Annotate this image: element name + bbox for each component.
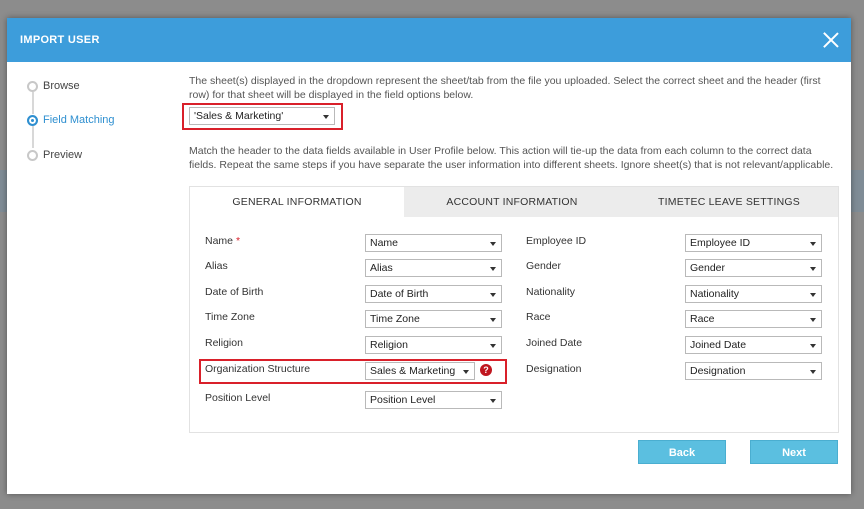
step-field-matching[interactable]: Field Matching bbox=[27, 114, 115, 126]
chevron-down-icon bbox=[490, 318, 496, 322]
select-organization-structure[interactable]: Sales & Marketing bbox=[365, 362, 475, 380]
step-connector bbox=[32, 126, 34, 148]
required-mark: * bbox=[235, 235, 241, 247]
field-label-alias: Alias bbox=[205, 260, 228, 272]
field-label-name-text: Name bbox=[205, 235, 234, 247]
select-nationality[interactable]: Nationality bbox=[685, 285, 822, 303]
select-employee-id[interactable]: Employee ID bbox=[685, 234, 822, 252]
select-designation-value: Designation bbox=[690, 365, 746, 377]
field-label-religion: Religion bbox=[205, 337, 243, 349]
next-button[interactable]: Next bbox=[750, 440, 838, 464]
field-label-gender: Gender bbox=[526, 260, 562, 272]
select-alias[interactable]: Alias bbox=[365, 259, 502, 277]
chevron-down-icon bbox=[490, 242, 496, 246]
chevron-down-icon bbox=[490, 399, 496, 403]
chevron-down-icon bbox=[810, 242, 816, 246]
chevron-down-icon bbox=[810, 293, 816, 297]
select-name[interactable]: Name bbox=[365, 234, 502, 252]
select-gender[interactable]: Gender bbox=[685, 259, 822, 277]
field-label-joined-date: Joined Date bbox=[526, 337, 583, 349]
select-joined-date[interactable]: Joined Date bbox=[685, 336, 822, 354]
field-label-date-of-birth: Date of Birth bbox=[205, 286, 264, 298]
chevron-down-icon bbox=[490, 267, 496, 271]
dialog-title: IMPORT USER bbox=[20, 34, 100, 46]
chevron-down-icon bbox=[463, 370, 469, 374]
match-instructions: Match the header to the data fields avai… bbox=[189, 145, 834, 171]
chevron-down-icon bbox=[490, 344, 496, 348]
select-designation[interactable]: Designation bbox=[685, 362, 822, 380]
step-connector bbox=[32, 92, 34, 114]
field-label-designation: Designation bbox=[526, 363, 582, 375]
select-employee-id-value: Employee ID bbox=[690, 237, 751, 249]
select-joined-date-value: Joined Date bbox=[690, 339, 747, 351]
chevron-down-icon bbox=[490, 293, 496, 297]
select-religion-value: Religion bbox=[370, 339, 408, 351]
chevron-down-icon bbox=[810, 267, 816, 271]
tab-bar: GENERAL INFORMATION ACCOUNT INFORMATION … bbox=[190, 187, 838, 217]
select-time-zone[interactable]: Time Zone bbox=[365, 310, 502, 328]
field-label-name: Name * bbox=[205, 235, 240, 247]
chevron-down-icon bbox=[810, 370, 816, 374]
select-name-value: Name bbox=[370, 237, 399, 249]
sheet-instructions: The sheet(s) displayed in the dropdown r… bbox=[189, 75, 821, 101]
step-dot-active-icon bbox=[27, 114, 38, 126]
select-religion[interactable]: Religion bbox=[365, 336, 502, 354]
select-time-zone-value: Time Zone bbox=[370, 313, 420, 325]
select-date-of-birth-value: Date of Birth bbox=[370, 288, 429, 300]
chevron-down-icon bbox=[810, 344, 816, 348]
sheet-select-value: 'Sales & Marketing' bbox=[194, 110, 284, 122]
step-preview-label: Preview bbox=[43, 149, 83, 161]
field-label-race: Race bbox=[526, 311, 551, 323]
select-gender-value: Gender bbox=[690, 262, 726, 274]
field-label-position-level: Position Level bbox=[205, 392, 271, 404]
select-alias-value: Alias bbox=[370, 262, 393, 274]
select-race-value: Race bbox=[690, 313, 715, 325]
help-icon[interactable]: ? bbox=[480, 364, 492, 376]
step-dot-icon bbox=[27, 80, 38, 92]
chevron-down-icon bbox=[810, 318, 816, 322]
close-icon[interactable] bbox=[823, 32, 839, 48]
step-browse[interactable]: Browse bbox=[27, 80, 80, 92]
select-nationality-value: Nationality bbox=[690, 288, 740, 300]
tab-timetec-leave-settings[interactable]: TIMETEC LEAVE SETTINGS bbox=[620, 187, 838, 217]
chevron-down-icon bbox=[323, 115, 329, 119]
tab-account-information[interactable]: ACCOUNT INFORMATION bbox=[404, 187, 620, 217]
select-date-of-birth[interactable]: Date of Birth bbox=[365, 285, 502, 303]
step-preview[interactable]: Preview bbox=[27, 149, 82, 161]
sheet-select[interactable]: 'Sales & Marketing' bbox=[189, 107, 335, 125]
step-field-matching-label: Field Matching bbox=[43, 114, 115, 126]
step-browse-label: Browse bbox=[43, 80, 80, 92]
field-label-employee-id: Employee ID bbox=[526, 235, 587, 247]
field-label-nationality: Nationality bbox=[526, 286, 576, 298]
select-organization-structure-value: Sales & Marketing bbox=[370, 365, 456, 377]
tab-general-information[interactable]: GENERAL INFORMATION bbox=[190, 187, 404, 217]
step-dot-icon bbox=[27, 149, 38, 161]
select-position-level-value: Position Level bbox=[370, 394, 436, 406]
select-race[interactable]: Race bbox=[685, 310, 822, 328]
dialog-header: IMPORT USER bbox=[7, 18, 851, 62]
field-label-time-zone: Time Zone bbox=[205, 311, 255, 323]
back-button[interactable]: Back bbox=[638, 440, 726, 464]
select-position-level[interactable]: Position Level bbox=[365, 391, 502, 409]
field-label-organization-structure: Organization Structure bbox=[205, 363, 311, 375]
